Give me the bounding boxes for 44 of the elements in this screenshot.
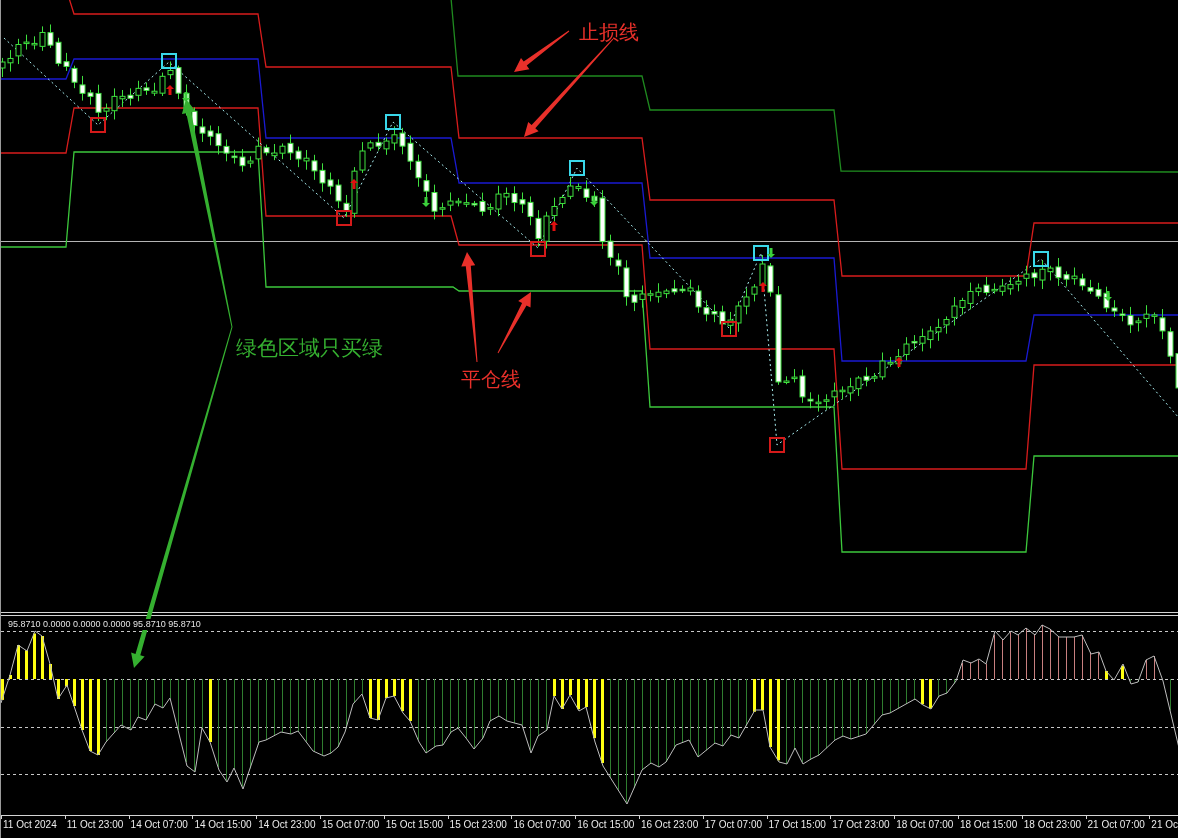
time-axis-label: 18 Oct 15:00 [959, 819, 1018, 831]
up-arrow-icon [759, 282, 767, 292]
annotation-arrow [497, 292, 531, 354]
time-axis-label: 17 Oct 07:00 [704, 819, 763, 831]
swing-low-marker-icon [90, 117, 106, 133]
time-axis-label: 11 Oct 23:00 [66, 819, 124, 831]
swing-low-marker-icon [769, 437, 785, 453]
time-axis-label: 15 Oct 15:00 [385, 819, 444, 831]
indicator-readout: 95.8710 0.0000 0.0000 0.0000 95.8710 95.8710 [8, 619, 201, 630]
up-arrow-icon [350, 179, 358, 189]
time-axis-label: 16 Oct 15:00 [577, 819, 635, 831]
up-arrow-icon [550, 221, 558, 231]
time-axis-label: 11 Oct 2024 [3, 819, 57, 831]
annotation-label: 平仓线 [461, 367, 521, 391]
down-arrow-icon [590, 196, 598, 206]
down-arrow-icon [767, 248, 775, 258]
time-axis-label: 14 Oct 23:00 [258, 819, 316, 831]
down-arrow-icon [1104, 291, 1112, 301]
time-axis-label: 18 Oct 23:00 [1023, 819, 1081, 831]
swing-low-marker-icon [530, 241, 546, 257]
down-arrow-icon [422, 197, 430, 207]
swing-high-marker-icon [161, 53, 177, 69]
annotation-label: 止损线 [579, 20, 639, 44]
time-axis-label: 21 Oct 07:00 [1087, 819, 1145, 831]
time-axis-label: 14 Oct 07:00 [130, 819, 188, 831]
time-axis-label: 15 Oct 07:00 [322, 819, 380, 831]
time-axis-label: 14 Oct 15:00 [194, 819, 252, 831]
up-arrow-icon [895, 357, 903, 367]
swing-low-marker-icon [336, 210, 352, 226]
time-axis-label: 16 Oct 23:00 [640, 819, 699, 831]
down-arrow-icon [182, 92, 190, 102]
time-axis-label: 15 Oct 23:00 [449, 819, 507, 831]
swing-high-marker-icon [1033, 251, 1049, 267]
time-axis-label: 18 Oct 07:00 [896, 819, 954, 831]
time-axis-label: 17 Oct 15:00 [768, 819, 826, 831]
swing-high-marker-icon [753, 245, 769, 261]
swing-low-marker-icon [721, 321, 737, 337]
time-axis-label: 16 Oct 07:00 [513, 819, 571, 831]
up-arrow-icon [166, 85, 174, 95]
swing-high-marker-icon [385, 114, 401, 130]
time-axis-label: 21 Oc [1151, 819, 1178, 831]
time-axis-label: 17 Oct 23:00 [832, 819, 890, 831]
swing-high-marker-icon [569, 160, 585, 176]
annotation-label: 绿色区域只买绿 [236, 336, 383, 360]
